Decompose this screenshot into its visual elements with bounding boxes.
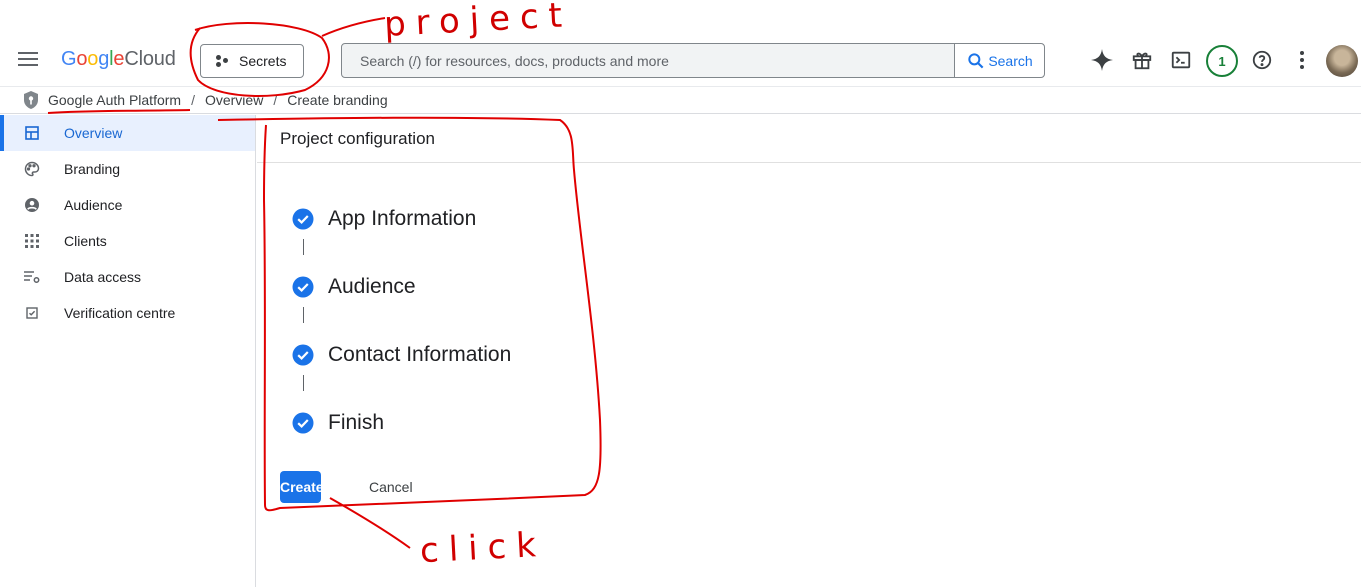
checkbox-icon	[24, 305, 40, 321]
breadcrumb-separator: /	[273, 92, 278, 108]
cloud-shell-icon[interactable]	[1168, 47, 1194, 73]
shield-key-icon	[24, 91, 38, 109]
step-audience: Audience	[292, 275, 416, 299]
search-button[interactable]: Search	[954, 44, 1044, 77]
create-button[interactable]: Create	[280, 471, 324, 503]
sidebar: Overview Branding Audience Clients Data …	[0, 115, 256, 587]
breadcrumb-overview[interactable]: Overview	[205, 92, 263, 108]
list-settings-icon	[24, 269, 40, 285]
sidebar-item-overview[interactable]: Overview	[0, 115, 255, 151]
project-name: Secrets	[239, 53, 287, 69]
sidebar-item-label: Overview	[64, 125, 123, 141]
sidebar-item-branding[interactable]: Branding	[0, 151, 255, 187]
check-circle-icon	[292, 344, 314, 366]
project-icon	[215, 54, 229, 68]
sidebar-item-label: Branding	[64, 161, 121, 177]
sidebar-item-label: Verification centre	[64, 305, 176, 321]
check-circle-icon	[292, 412, 314, 434]
step-label: Audience	[328, 275, 416, 298]
sidebar-item-label: Audience	[64, 197, 123, 213]
person-circle-icon	[24, 197, 40, 213]
step-label: Contact Information	[328, 343, 512, 366]
step-connector	[303, 307, 304, 323]
sidebar-item-label: Clients	[64, 233, 107, 249]
search-icon	[968, 52, 984, 68]
cancel-button[interactable]: Cancel	[357, 471, 425, 503]
main-content: Project configuration App Information Au…	[257, 115, 1361, 587]
gemini-sparkle-icon[interactable]	[1089, 47, 1115, 73]
check-circle-icon	[292, 276, 314, 298]
search-input[interactable]	[342, 44, 954, 77]
title-divider	[257, 162, 1361, 163]
breadcrumb-separator: /	[191, 92, 195, 108]
breadcrumb: Google Auth Platform / Overview / Create…	[0, 86, 1361, 114]
grid-icon	[24, 233, 40, 249]
help-icon[interactable]	[1249, 47, 1275, 73]
google-cloud-logo[interactable]: GoogleCloud	[61, 48, 176, 71]
gift-icon[interactable]	[1129, 47, 1155, 73]
sidebar-item-clients[interactable]: Clients	[0, 223, 255, 259]
sidebar-item-label: Data access	[64, 269, 142, 285]
step-finish: Finish	[292, 411, 384, 435]
annotation-click-text: click	[419, 524, 547, 572]
check-circle-icon	[292, 208, 314, 230]
account-avatar[interactable]	[1326, 45, 1358, 77]
step-label: Finish	[328, 411, 385, 434]
notifications-badge[interactable]: 1	[1206, 45, 1238, 77]
page-title: Project configuration	[280, 129, 435, 148]
step-contact-information: Contact Information	[292, 343, 511, 367]
project-selector-button[interactable]: Secrets	[200, 44, 304, 78]
step-app-information: App Information	[292, 207, 476, 231]
logo-product: Cloud	[124, 48, 176, 70]
sidebar-item-audience[interactable]: Audience	[0, 187, 255, 223]
palette-icon	[24, 161, 40, 177]
top-bar: GoogleCloud Secrets Search 1	[0, 0, 1361, 86]
step-connector	[303, 375, 304, 391]
sidebar-item-data-access[interactable]: Data access	[0, 259, 255, 295]
step-connector	[303, 239, 304, 255]
sidebar-item-verification-centre[interactable]: Verification centre	[0, 295, 255, 331]
breadcrumb-google-auth-platform[interactable]: Google Auth Platform	[48, 92, 181, 108]
search-button-label: Search	[988, 52, 1033, 69]
breadcrumb-create-branding: Create branding	[287, 92, 388, 108]
dashboard-icon	[24, 125, 40, 141]
step-label: App Information	[328, 207, 477, 230]
more-vert-icon[interactable]	[1289, 47, 1315, 73]
main-menu-icon[interactable]	[18, 52, 38, 68]
search-bar: Search	[341, 43, 1045, 78]
